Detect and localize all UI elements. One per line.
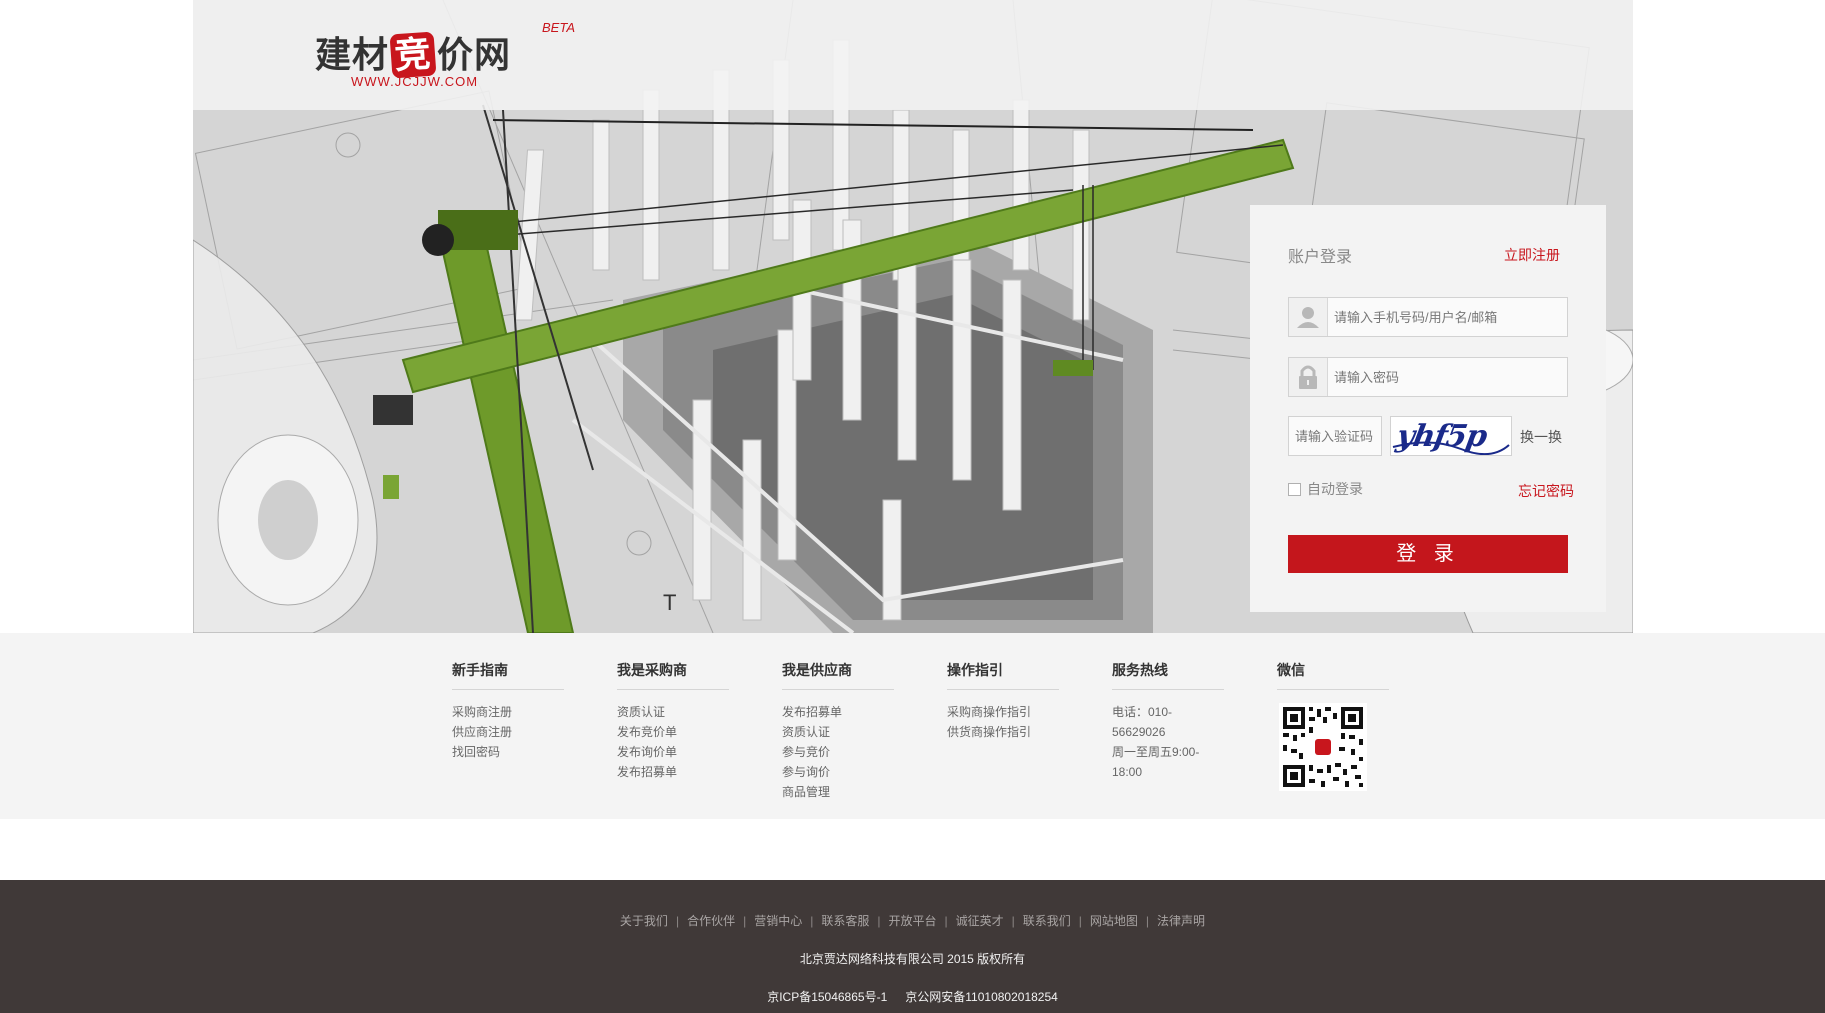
footer-column-wechat: 微信 [1277, 660, 1389, 690]
separator: | [675, 914, 680, 928]
footer-column-title: 操作指引 [947, 660, 1059, 690]
site-footer: 关于我们 | 合作伙伴 | 营销中心 | 联系客服 | 开放平台 | 诚征英才 | 联系我们 | 网站地图 |… [0, 880, 1825, 1013]
footer-link[interactable]: 参与询价 [782, 762, 894, 782]
separator: | [810, 914, 814, 928]
footer-column-hotline: 服务热线 电话：010-56629026 周一至周五9:00-18:00 [1112, 660, 1224, 782]
logo-beta-badge: BETA [542, 20, 575, 35]
footer-link[interactable]: 采购商操作指引 [947, 702, 1059, 722]
separator: | [1011, 914, 1015, 928]
copyright: 北京贾达网络科技有限公司 2015 版权所有 [799, 952, 1026, 966]
footer-link[interactable]: 参与竞价 [782, 742, 894, 762]
hero-banner: T 建材竞价网 BETA WWW.JCJJW.COM 账户登录 立即注册 请输入… [193, 0, 1633, 633]
footer-link-about[interactable]: 关于我们 [620, 914, 668, 928]
footer-link[interactable]: 供货商操作指引 [947, 722, 1059, 742]
separator: | [743, 914, 747, 928]
login-panel: 账户登录 立即注册 yh [1250, 205, 1606, 612]
qr-code-icon [1279, 703, 1367, 791]
police-record: 京公网安备11010802018254 [905, 990, 1058, 1004]
separator: | [877, 914, 881, 928]
footer-link-open-platform[interactable]: 开放平台 [888, 914, 936, 928]
footer-column-title: 服务热线 [1112, 660, 1224, 690]
footer-link[interactable]: 商品管理 [782, 782, 894, 802]
footer-link[interactable]: 发布招募单 [617, 762, 729, 782]
captcha-input[interactable] [1289, 417, 1383, 455]
footer-links: 关于我们 | 合作伙伴 | 营销中心 | 联系客服 | 开放平台 | 诚征英才 | 联系我们 | 网站地图 |… [0, 912, 1825, 929]
footer-link[interactable]: 资质认证 [782, 722, 894, 742]
footer-link[interactable]: 资质认证 [617, 702, 729, 722]
footer-link-partners[interactable]: 合作伙伴 [687, 914, 735, 928]
password-field [1288, 357, 1568, 397]
login-button[interactable]: 登 录 [1288, 535, 1568, 573]
separator: | [1145, 914, 1150, 928]
password-input[interactable] [1334, 358, 1559, 396]
footer-link-careers[interactable]: 诚征英才 [956, 914, 1004, 928]
footer-column-title: 我是采购商 [617, 660, 729, 690]
footer-link[interactable]: 发布询价单 [617, 742, 729, 762]
forgot-password-link[interactable]: 忘记密码 [1518, 481, 1574, 501]
footer-link[interactable]: 找回密码 [452, 742, 564, 762]
footer-link-support[interactable]: 联系客服 [821, 914, 869, 928]
captcha-field [1288, 416, 1383, 456]
hotline-phone: 电话：010-56629026 [1112, 705, 1173, 739]
wechat-qr-code [1279, 703, 1367, 791]
footer-link[interactable]: 发布招募单 [782, 702, 894, 722]
footer-column-buyer: 我是采购商 资质认证 发布竞价单 发布询价单 发布招募单 [617, 660, 729, 782]
footer-link-sitemap[interactable]: 网站地图 [1090, 914, 1138, 928]
login-title: 账户登录 [1288, 249, 1353, 266]
footer-column-guide: 新手指南 采购商注册 供应商注册 找回密码 [452, 660, 564, 762]
auto-login-label: 自动登录 [1307, 481, 1363, 497]
separator: | [1078, 914, 1082, 928]
footer-column-supplier: 我是供应商 发布招募单 资质认证 参与竞价 参与询价 商品管理 [782, 660, 894, 802]
captcha-image[interactable]: yhf5p [1390, 416, 1512, 456]
lock-icon [1289, 358, 1328, 396]
logo-wordmark: 建材竞价网 [315, 31, 512, 79]
footer-link-marketing[interactable]: 营销中心 [754, 914, 802, 928]
site-logo[interactable]: 建材竞价网 BETA WWW.JCJJW.COM [315, 20, 575, 92]
icp-number: 京ICP备15046865号-1 [767, 990, 888, 1004]
registration-info: 京ICP备15046865号-1 京公网安备11010802018254 [0, 988, 1825, 1005]
svg-text:T: T [663, 590, 676, 615]
register-link[interactable]: 立即注册 [1504, 245, 1560, 265]
footer-link-legal[interactable]: 法律声明 [1157, 914, 1205, 928]
logo-url: WWW.JCJJW.COM [351, 74, 479, 89]
footer-navigation: 新手指南 采购商注册 供应商注册 找回密码 我是采购商 资质认证 发布竞价单 发… [0, 633, 1825, 819]
footer-link[interactable]: 采购商注册 [452, 702, 564, 722]
user-icon [1289, 298, 1328, 336]
captcha-refresh-link[interactable]: 换一换 [1520, 427, 1562, 447]
footer-column-title: 微信 [1277, 660, 1389, 690]
footer-column-guides: 操作指引 采购商操作指引 供货商操作指引 [947, 660, 1059, 742]
header: 建材竞价网 BETA WWW.JCJJW.COM [193, 0, 1633, 110]
auto-login-option[interactable]: 自动登录 [1288, 479, 1363, 499]
separator: | [944, 914, 948, 928]
auto-login-checkbox[interactable] [1288, 483, 1301, 496]
hotline-hours: 周一至周五9:00-18:00 [1112, 745, 1200, 779]
username-field [1288, 297, 1568, 337]
footer-link-contact[interactable]: 联系我们 [1023, 914, 1071, 928]
username-input[interactable] [1334, 298, 1559, 336]
footer-link[interactable]: 发布竞价单 [617, 722, 729, 742]
footer-column-title: 我是供应商 [782, 660, 894, 690]
footer-column-title: 新手指南 [452, 660, 564, 690]
footer-link[interactable]: 供应商注册 [452, 722, 564, 742]
